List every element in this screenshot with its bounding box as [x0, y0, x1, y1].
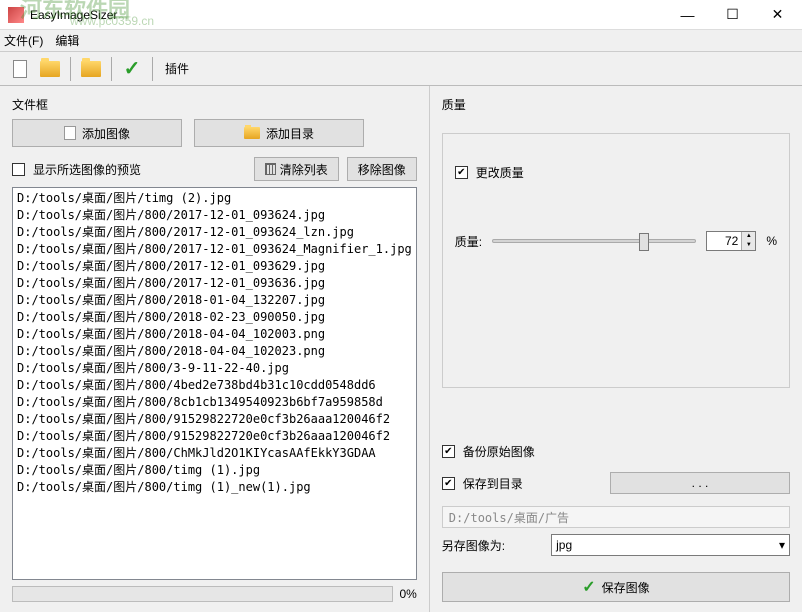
list-item[interactable]: D:/tools/桌面/图片/800/ChMkJld2O1KIYcasAAfEk…	[17, 445, 412, 462]
checkmark-icon: ✓	[582, 577, 595, 597]
list-item[interactable]: D:/tools/桌面/图片/800/2017-12-01_093624_lzn…	[17, 224, 412, 241]
menubar: 文件(F) 编辑	[0, 30, 802, 52]
save-to-dir-checkbox[interactable]: ✔	[442, 477, 455, 490]
trash-icon	[265, 163, 276, 175]
change-quality-checkbox[interactable]: ✔	[455, 166, 468, 179]
list-item[interactable]: D:/tools/桌面/图片/800/2017-12-01_093624_Mag…	[17, 241, 412, 258]
list-item[interactable]: D:/tools/桌面/图片/800/2017-12-01_093629.jpg	[17, 258, 412, 275]
save-image-button[interactable]: ✓ 保存图像	[442, 572, 790, 602]
apply-button[interactable]: ✓	[118, 56, 146, 82]
document-icon	[64, 126, 76, 140]
list-item[interactable]: D:/tools/桌面/图片/800/timg (1)_new(1).jpg	[17, 479, 412, 496]
browse-dir-button[interactable]: . . .	[610, 472, 790, 494]
percent-label: %	[766, 234, 777, 248]
folder-icon	[81, 61, 101, 77]
remove-image-label: 移除图像	[358, 161, 406, 178]
menu-edit[interactable]: 编辑	[55, 32, 79, 49]
new-doc-button[interactable]	[6, 56, 34, 82]
close-button[interactable]: ✕	[755, 1, 800, 29]
separator	[152, 57, 153, 81]
backup-original-label: 备份原始图像	[463, 443, 535, 460]
main-area: 文件框 添加图像 添加目录 显示所选图像的预览 清除列表 移除图像 D:/too…	[0, 86, 802, 612]
list-item[interactable]: D:/tools/桌面/图片/800/4bed2e738bd4b31c10cdd…	[17, 377, 412, 394]
quality-slider[interactable]	[492, 239, 696, 243]
maximize-button[interactable]: ☐	[710, 1, 755, 29]
quality-label: 质量:	[455, 233, 482, 250]
titlebar: EasyImageSizer — ☐ ✕	[0, 0, 802, 30]
list-item[interactable]: D:/tools/桌面/图片/timg (2).jpg	[17, 190, 412, 207]
separator	[111, 57, 112, 81]
chevron-down-icon: ▾	[779, 538, 785, 552]
list-item[interactable]: D:/tools/桌面/图片/800/91529822720e0cf3b26aa…	[17, 411, 412, 428]
quality-spinner[interactable]: ▲▼	[706, 231, 756, 251]
toolbar: ✓ 插件	[0, 52, 802, 86]
file-group-title: 文件框	[12, 96, 417, 113]
list-item[interactable]: D:/tools/桌面/图片/800/91529822720e0cf3b26aa…	[17, 428, 412, 445]
open-folder2-button[interactable]	[77, 56, 105, 82]
checkmark-icon: ✓	[124, 56, 141, 81]
toolbar-plugin-label[interactable]: 插件	[165, 60, 189, 77]
progress-bar	[12, 586, 393, 602]
add-directory-label: 添加目录	[266, 125, 314, 142]
slider-thumb[interactable]	[639, 233, 649, 251]
quality-box: ✔ 更改质量 质量: ▲▼ %	[442, 133, 790, 388]
format-value: jpg	[556, 538, 572, 552]
list-item[interactable]: D:/tools/桌面/图片/800/2018-04-04_102023.png	[17, 343, 412, 360]
open-folder-button[interactable]	[36, 56, 64, 82]
clear-list-label: 清除列表	[280, 161, 328, 178]
folder-icon	[244, 127, 260, 139]
minimize-button[interactable]: —	[665, 1, 710, 29]
quality-group-title: 质量	[442, 96, 790, 113]
format-select[interactable]: jpg ▾	[551, 534, 790, 556]
remove-image-button[interactable]: 移除图像	[347, 157, 417, 181]
app-icon	[8, 7, 24, 23]
list-item[interactable]: D:/tools/桌面/图片/800/3-9-11-22-40.jpg	[17, 360, 412, 377]
list-item[interactable]: D:/tools/桌面/图片/800/2018-04-04_102003.png	[17, 326, 412, 343]
quality-value-input[interactable]	[707, 232, 741, 250]
list-item[interactable]: D:/tools/桌面/图片/800/2017-12-01_093636.jpg	[17, 275, 412, 292]
progress-percent: 0%	[399, 587, 416, 601]
folder-icon	[40, 61, 60, 77]
save-as-label: 另存图像为:	[442, 537, 505, 554]
window-title: EasyImageSizer	[30, 8, 665, 22]
list-item[interactable]: D:/tools/桌面/图片/800/2017-12-01_093624.jpg	[17, 207, 412, 224]
spin-up-icon[interactable]: ▲	[741, 232, 755, 241]
add-image-button[interactable]: 添加图像	[12, 119, 182, 147]
save-path-field[interactable]: D:/tools/桌面/广告	[442, 506, 790, 528]
list-item[interactable]: D:/tools/桌面/图片/800/2018-01-04_132207.jpg	[17, 292, 412, 309]
right-panel: 质量 ✔ 更改质量 质量: ▲▼ % ✔ 备份原始图像	[430, 86, 802, 612]
spinner-buttons[interactable]: ▲▼	[741, 232, 755, 250]
list-item[interactable]: D:/tools/桌面/图片/800/2018-02-23_090050.jpg	[17, 309, 412, 326]
document-icon	[13, 60, 27, 78]
backup-original-checkbox[interactable]: ✔	[442, 445, 455, 458]
list-item[interactable]: D:/tools/桌面/图片/800/8cb1cb1349540923b6bf7…	[17, 394, 412, 411]
menu-file[interactable]: 文件(F)	[4, 32, 43, 49]
show-preview-label: 显示所选图像的预览	[33, 161, 141, 178]
list-item[interactable]: D:/tools/桌面/图片/800/timg (1).jpg	[17, 462, 412, 479]
show-preview-checkbox[interactable]	[12, 163, 25, 176]
change-quality-label: 更改质量	[476, 164, 524, 181]
left-panel: 文件框 添加图像 添加目录 显示所选图像的预览 清除列表 移除图像 D:/too…	[0, 86, 430, 612]
file-list[interactable]: D:/tools/桌面/图片/timg (2).jpgD:/tools/桌面/图…	[12, 187, 417, 580]
save-image-label: 保存图像	[602, 579, 650, 596]
add-directory-button[interactable]: 添加目录	[194, 119, 364, 147]
separator	[70, 57, 71, 81]
spin-down-icon[interactable]: ▼	[741, 241, 755, 250]
save-to-dir-label: 保存到目录	[463, 475, 523, 492]
clear-list-button[interactable]: 清除列表	[254, 157, 339, 181]
add-image-label: 添加图像	[82, 125, 130, 142]
